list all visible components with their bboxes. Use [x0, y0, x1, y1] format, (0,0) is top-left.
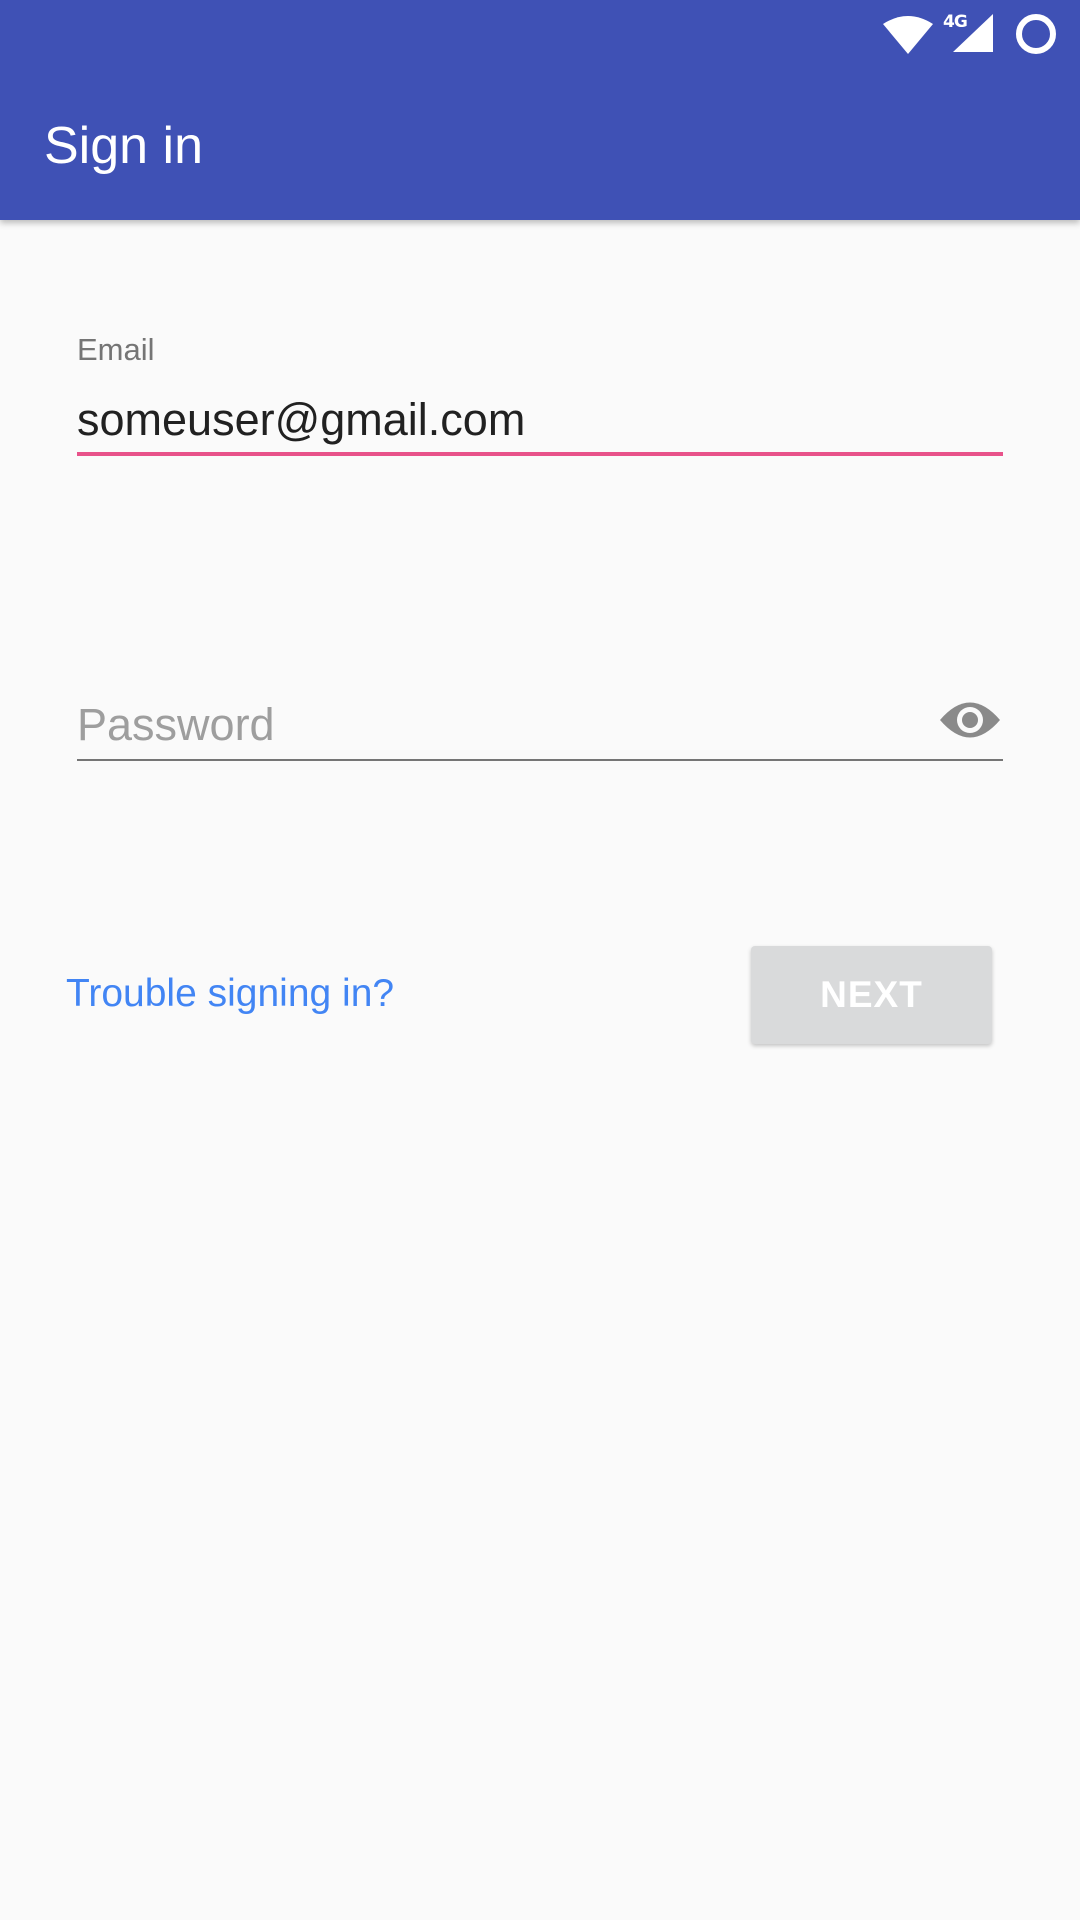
wifi-icon: [883, 16, 933, 54]
email-label: Email: [77, 332, 155, 367]
cell-signal-icon: [953, 14, 993, 52]
next-button[interactable]: NEXT: [751, 946, 992, 1044]
password-field[interactable]: [77, 692, 927, 758]
app-bar: 4G Sign in: [0, 0, 1080, 220]
sign-in-screen: 4G Sign in Email Trouble signing in? NEX…: [0, 0, 1080, 1920]
eye-icon[interactable]: [938, 697, 1002, 743]
trouble-signing-in-link[interactable]: Trouble signing in?: [66, 972, 394, 1016]
email-underline: [77, 452, 1003, 456]
battery-icon: [1016, 14, 1056, 54]
email-field[interactable]: [77, 388, 1003, 452]
password-underline: [77, 759, 1003, 761]
status-bar: 4G: [0, 0, 1080, 66]
page-title: Sign in: [44, 117, 203, 175]
